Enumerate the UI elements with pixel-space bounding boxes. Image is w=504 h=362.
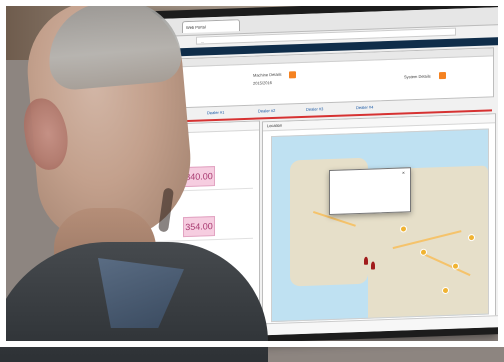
machine-details-label: Machine Details (253, 71, 282, 78)
overview-panel: Overview Machine Details 2015/2016 Syste… (148, 47, 494, 110)
map-popup[interactable]: × (329, 167, 411, 216)
selected-marker[interactable] (364, 256, 368, 265)
tab-dealer-4[interactable]: Dealer #4 (356, 105, 373, 111)
system-details-label: System Details (404, 73, 431, 80)
tab-dealer-3[interactable]: Dealer #3 (306, 106, 323, 112)
machine-details-date: 2015/2016 (253, 80, 272, 86)
close-icon[interactable]: × (402, 170, 407, 176)
location-panel: Location × (262, 113, 496, 333)
value-badge: 354.00 (183, 216, 215, 238)
browser-tab[interactable]: Web Portal (182, 19, 240, 34)
map[interactable]: × (271, 128, 489, 323)
selected-marker[interactable] (371, 261, 375, 270)
status-icon (439, 71, 446, 80)
tab-dealer-2[interactable]: Dealer #2 (258, 108, 275, 114)
warning-icon (289, 71, 296, 79)
tab-dealer-1[interactable]: Dealer #1 (207, 110, 224, 116)
